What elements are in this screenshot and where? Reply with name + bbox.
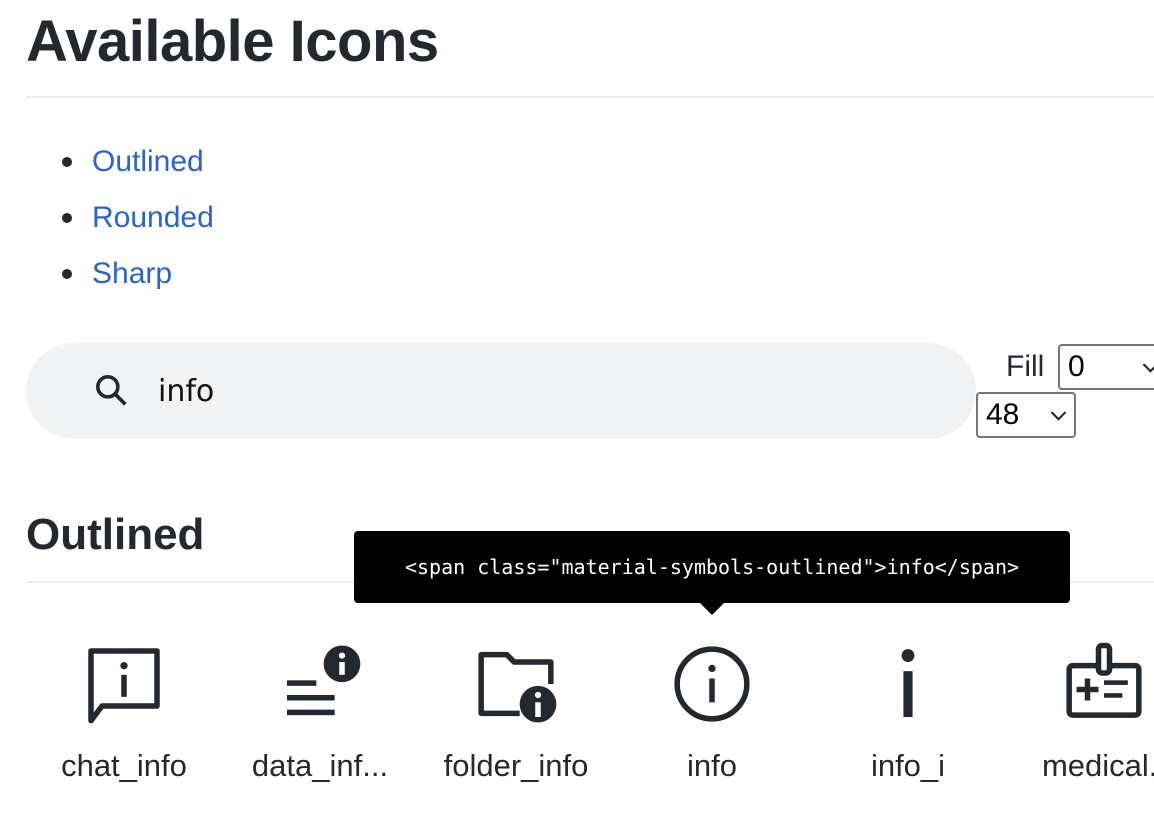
nav-link-sharp[interactable]: Sharp xyxy=(92,257,172,291)
size-select[interactable]: 48 xyxy=(976,392,1076,438)
chat-info-icon xyxy=(88,648,160,724)
bullet xyxy=(62,269,72,279)
data-info-alert-icon xyxy=(287,645,361,716)
info-icon xyxy=(674,646,750,722)
icon-tile-info-i[interactable]: info_i xyxy=(810,630,1006,800)
tooltip-arrow xyxy=(700,603,724,615)
nav-link-outlined[interactable]: Outlined xyxy=(92,145,204,179)
icon-tile-chat-info[interactable]: chat_info xyxy=(26,630,222,800)
section-title-outlined: Outlined xyxy=(26,510,205,559)
icon-tile-medical-information[interactable]: medical.. xyxy=(1006,630,1154,800)
tooltip-text: <span class="material-symbols-outlined">… xyxy=(404,555,1020,579)
section-nav: Outlined Rounded Sharp xyxy=(60,134,214,302)
chevron-down-icon xyxy=(1142,357,1154,373)
bullet xyxy=(62,213,72,223)
icon-tile-data-info-alert[interactable]: data_inf... xyxy=(222,630,418,800)
fill-select-value: 0 xyxy=(1068,350,1085,383)
nav-item-rounded: Rounded xyxy=(60,190,214,246)
search-bar xyxy=(26,343,976,439)
icon-grid: chat_info data_inf... folder_info info i… xyxy=(26,630,1154,810)
bullet xyxy=(62,157,72,167)
nav-item-outlined: Outlined xyxy=(60,134,214,190)
icon-label: info xyxy=(687,748,737,783)
info-i-icon xyxy=(901,649,915,717)
page-title: Available Icons xyxy=(26,9,439,74)
folder-info-icon xyxy=(478,651,557,723)
medical-information-icon xyxy=(1066,642,1142,718)
icon-label: info_i xyxy=(870,748,946,783)
fill-select[interactable]: 0 xyxy=(1058,344,1154,390)
fill-label: Fill xyxy=(1006,350,1045,383)
icon-label: medical.. xyxy=(1041,748,1154,783)
title-divider xyxy=(26,96,1154,98)
icon-label: chat_info xyxy=(61,748,187,783)
nav-link-rounded[interactable]: Rounded xyxy=(92,201,214,235)
icon-label: folder_info xyxy=(443,748,589,783)
icon-label: data_inf... xyxy=(251,748,389,783)
search-input[interactable] xyxy=(156,372,860,410)
search-icon xyxy=(96,375,127,406)
size-select-value: 48 xyxy=(986,398,1020,431)
nav-item-sharp: Sharp xyxy=(60,246,214,302)
icon-tile-info[interactable]: info xyxy=(614,630,810,800)
chevron-down-icon xyxy=(1050,405,1067,421)
icon-tile-folder-info[interactable]: folder_info xyxy=(418,630,614,800)
code-tooltip: <span class="material-symbols-outlined">… xyxy=(354,531,1070,615)
